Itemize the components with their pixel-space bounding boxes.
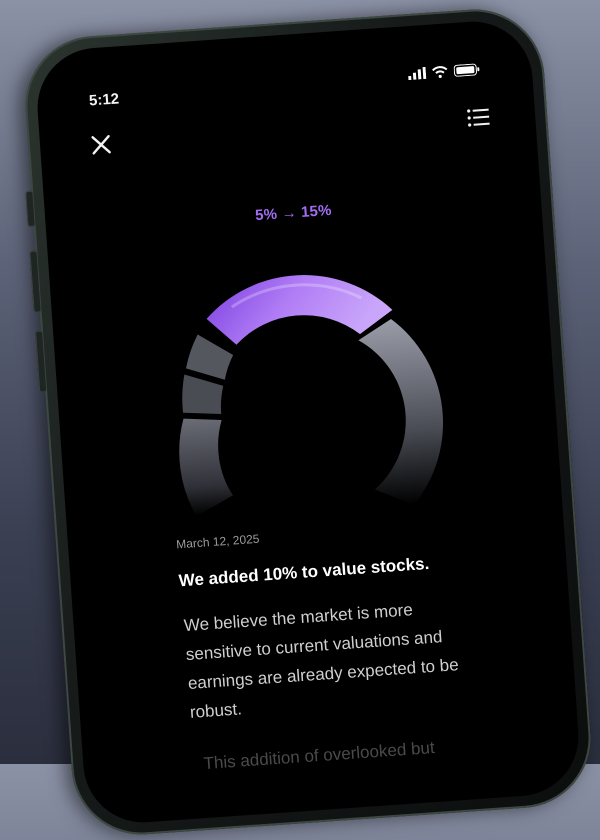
grey-segment-left-3: [179, 418, 233, 517]
battery-icon: [453, 63, 480, 77]
grey-segment-right: [358, 318, 444, 505]
grey-segment-left-1: [185, 334, 234, 380]
article-next-paragraph: This addition of overlooked but: [202, 737, 436, 774]
phone: 5:12 5% → 15% March 12, 2025 We added 10…: [20, 4, 596, 840]
list-icon[interactable]: [464, 105, 492, 131]
close-icon[interactable]: [87, 131, 115, 159]
scene: 5:12 5% → 15% March 12, 2025 We added 10…: [0, 0, 600, 840]
wifi-icon: [432, 66, 448, 79]
grey-segment-left-2: [182, 374, 224, 415]
status-icons: [408, 63, 481, 81]
article-headline: We added 10% to value stocks.: [178, 553, 430, 591]
allocation-change-label: 5% → 15%: [254, 201, 333, 225]
cellular-signal-icon: [408, 66, 427, 81]
allocation-ring: [179, 275, 444, 517]
phone-screen: 5:12 5% → 15% March 12, 2025 We added 10…: [33, 17, 583, 827]
status-time: 5:12: [88, 90, 120, 110]
article-body: We believe the market is more sensitive …: [183, 600, 460, 722]
